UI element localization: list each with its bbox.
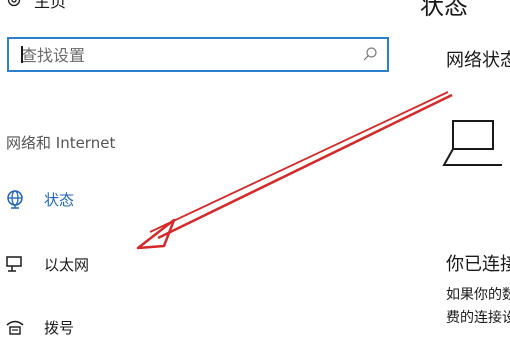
- gear-icon: [7, 0, 21, 7]
- ethernet-icon: [6, 256, 22, 272]
- sidebar-item-status[interactable]: 状态: [4, 185, 74, 213]
- dialup-icon: [6, 320, 24, 335]
- home-label: 主页: [34, 0, 67, 11]
- settings-sidebar: 主页 网络和 Internet 状态 以太网: [0, 0, 420, 340]
- status-content-pane: 状态 网络状态 你已连接到 Internet 如果你的数据流量套餐有限制 费的连…: [420, 0, 510, 340]
- section-label-network: 网络和 Internet: [6, 134, 116, 152]
- info-text-line: 如果你的数据流量套餐有限制: [446, 287, 510, 303]
- home-nav-item[interactable]: 主页: [6, 0, 66, 12]
- text-caret: [21, 46, 23, 63]
- search-input[interactable]: [19, 39, 353, 72]
- laptop-icon: [442, 120, 502, 166]
- search-icon[interactable]: [361, 45, 379, 63]
- sidebar-item-ethernet[interactable]: 以太网: [4, 250, 89, 278]
- sidebar-item-label: 以太网: [44, 255, 90, 274]
- network-status-heading: 网络状态: [446, 50, 510, 71]
- globe-icon: [7, 190, 23, 209]
- page-title: 状态: [420, 0, 468, 20]
- sidebar-item-dialup[interactable]: 拨号: [4, 313, 74, 341]
- connection-status-text: 你已连接到 Internet: [446, 254, 510, 275]
- sidebar-item-label: 状态: [44, 190, 75, 209]
- info-text-line: 费的连接设置为按流量计费: [446, 310, 510, 326]
- search-box[interactable]: [7, 37, 389, 72]
- sidebar-item-label: 拨号: [44, 318, 75, 337]
